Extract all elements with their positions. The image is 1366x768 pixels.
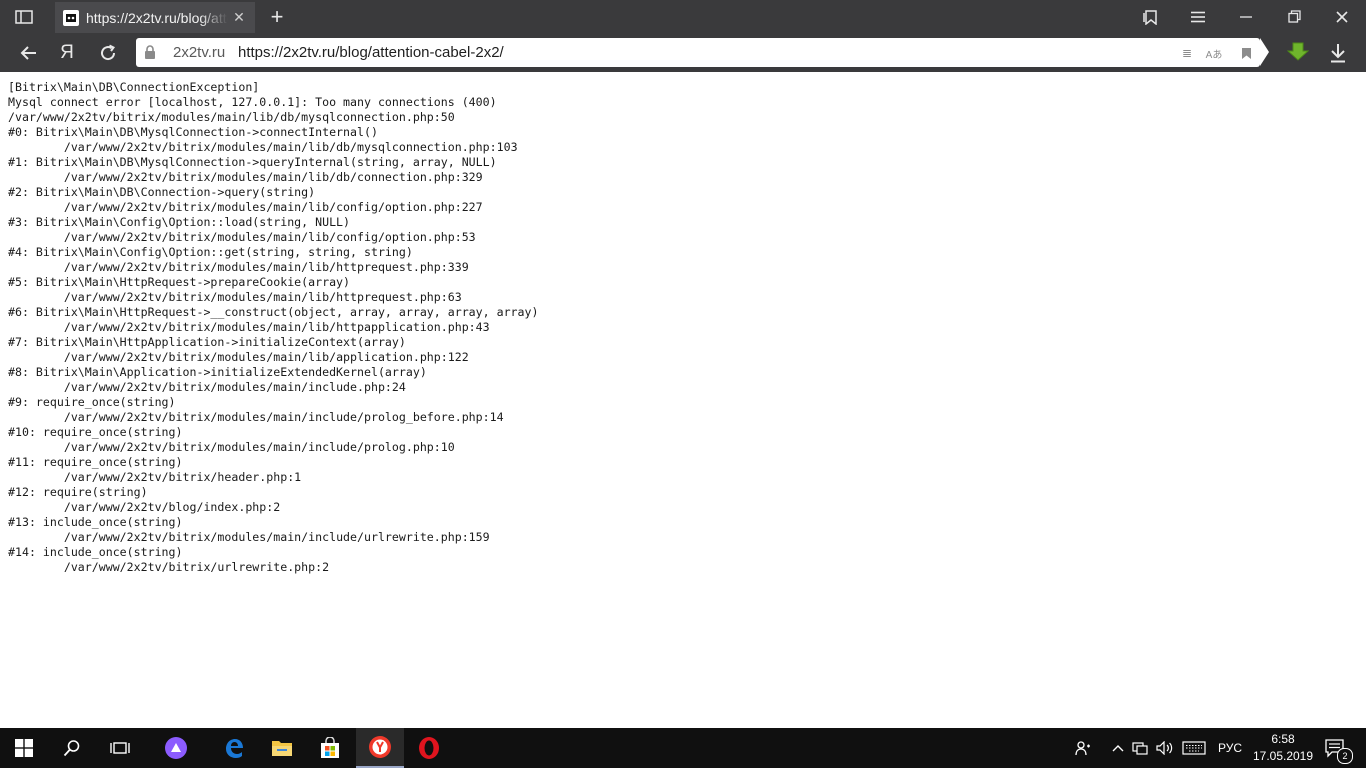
trace-line: #1: Bitrix\Main\DB\MysqlConnection->quer… (8, 155, 497, 169)
trace-line: /var/www/2x2tv/blog/index.php:2 (8, 500, 281, 514)
page-content: [Bitrix\Main\DB\ConnectionException] Mys… (0, 72, 1366, 727)
notifications-icon[interactable]: 2 (1320, 728, 1353, 768)
trace-line: /var/www/2x2tv/bitrix/modules/main/lib/h… (8, 260, 469, 274)
people-icon[interactable] (1070, 728, 1096, 768)
trace-line: #4: Bitrix\Main\Config\Option::get(strin… (8, 245, 413, 259)
reader-mode-icon[interactable]: ≣ (1179, 45, 1195, 61)
bookmarks-collection-icon[interactable] (1138, 0, 1162, 33)
trace-line: /var/www/2x2tv/bitrix/modules/main/lib/c… (8, 200, 483, 214)
trace-line: /var/www/2x2tv/bitrix/modules/main/lib/d… (8, 170, 483, 184)
bookmark-icon[interactable] (1238, 45, 1254, 61)
navigation-bar: Я 2x2tv.ru https://2x2tv.ru/blog/attenti… (0, 33, 1366, 72)
trace-line: /var/www/2x2tv/bitrix/modules/main/lib/c… (8, 230, 476, 244)
clock-time: 6:58 (1271, 732, 1295, 746)
trace-line: /var/www/2x2tv/bitrix/modules/main/lib/d… (8, 110, 455, 124)
browser-title-bar: https://2x2tv.ru/blog/attention-cabel-2x… (0, 0, 1366, 33)
address-url[interactable]: https://2x2tv.ru/blog/attention-cabel-2x… (238, 44, 504, 61)
trace-line: /var/www/2x2tv/bitrix/header.php:1 (8, 470, 302, 484)
address-bar[interactable]: 2x2tv.ru https://2x2tv.ru/blog/attention… (136, 38, 1260, 67)
tab-close-icon[interactable]: ✕ (232, 9, 246, 26)
downloads-icon[interactable] (1321, 33, 1355, 72)
network-icon[interactable] (1130, 728, 1150, 768)
trace-line: /var/www/2x2tv/bitrix/modules/main/lib/h… (8, 320, 490, 334)
translate-icon[interactable]: Aあ (1204, 45, 1224, 61)
trace-line: #5: Bitrix\Main\HttpRequest->prepareCook… (8, 275, 351, 289)
close-window-icon[interactable] (1330, 0, 1354, 33)
show-hidden-icons-chevron-icon[interactable] (1108, 728, 1128, 768)
trace-line: #8: Bitrix\Main\Application->initializeE… (8, 365, 427, 379)
trace-line: /var/www/2x2tv/bitrix/modules/main/lib/d… (8, 140, 518, 154)
site-favicon-icon (63, 9, 79, 26)
windows-start-icon[interactable] (0, 728, 48, 768)
keyboard-icon[interactable] (1180, 728, 1208, 768)
trace-line: #7: Bitrix\Main\HttpApplication->initial… (8, 335, 406, 349)
new-tab-button[interactable]: + (266, 0, 288, 33)
trace-line: #12: require(string) (8, 485, 148, 499)
menu-icon[interactable] (1186, 0, 1210, 33)
trace-line: #3: Bitrix\Main\Config\Option::load(stri… (8, 215, 351, 229)
reload-icon[interactable] (91, 33, 125, 72)
trace-line: #14: include_once(string) (8, 545, 183, 559)
input-language-indicator[interactable]: РУС (1213, 728, 1247, 768)
system-clock[interactable]: 6:58 17.05.2019 (1248, 731, 1318, 765)
trace-line: /var/www/2x2tv/bitrix/modules/main/inclu… (8, 380, 406, 394)
trace-line: #11: require_once(string) (8, 455, 183, 469)
trace-line: #13: include_once(string) (8, 515, 183, 529)
address-bar-arrow (1260, 38, 1269, 66)
trace-line: /var/www/2x2tv/bitrix/modules/main/inclu… (8, 530, 490, 544)
yandex-button[interactable]: Я (50, 33, 84, 72)
back-arrow-icon[interactable] (11, 33, 45, 72)
trace-line: [Bitrix\Main\DB\ConnectionException] (8, 80, 260, 94)
active-tab[interactable]: https://2x2tv.ru/blog/attention-cabel-2x… (55, 2, 255, 33)
edge-browser-icon[interactable] (210, 728, 258, 768)
tab-title: https://2x2tv.ru/blog/attention-cabel-2x… (86, 9, 228, 26)
trace-line: #6: Bitrix\Main\HttpRequest->__construct… (8, 305, 539, 319)
minimize-icon[interactable] (1234, 0, 1258, 33)
lock-icon[interactable] (144, 45, 156, 65)
download-extension-icon[interactable] (1281, 33, 1315, 72)
volume-icon[interactable] (1155, 728, 1175, 768)
address-domain: 2x2tv.ru (173, 44, 226, 61)
search-icon[interactable] (48, 728, 96, 768)
notification-count-badge: 2 (1337, 748, 1353, 764)
clock-date: 17.05.2019 (1252, 749, 1314, 763)
tabs-panel-icon[interactable] (10, 0, 38, 33)
opera-browser-icon[interactable] (405, 728, 453, 768)
trace-line: #0: Bitrix\Main\DB\MysqlConnection->conn… (8, 125, 378, 139)
trace-line: Mysql connect error [localhost, 127.0.0.… (8, 95, 497, 109)
error-stack-trace: [Bitrix\Main\DB\ConnectionException] Mys… (8, 80, 538, 575)
trace-line: /var/www/2x2tv/bitrix/modules/main/inclu… (8, 440, 455, 454)
trace-line: /var/www/2x2tv/bitrix/modules/main/lib/a… (8, 350, 469, 364)
restore-icon[interactable] (1282, 0, 1306, 33)
trace-line: /var/www/2x2tv/bitrix/modules/main/lib/h… (8, 290, 462, 304)
trace-line: /var/www/2x2tv/bitrix/urlrewrite.php:2 (8, 560, 330, 574)
trace-line: #2: Bitrix\Main\DB\Connection->query(str… (8, 185, 316, 199)
windows-taskbar: РУС 6:58 17.05.2019 2 (0, 728, 1366, 768)
yandex-browser-taskbar-icon[interactable] (356, 728, 404, 768)
store-icon[interactable] (306, 728, 354, 768)
trace-line: /var/www/2x2tv/bitrix/modules/main/inclu… (8, 410, 504, 424)
alice-assistant-icon[interactable] (152, 728, 200, 768)
file-explorer-icon[interactable] (258, 728, 306, 768)
trace-line: #9: require_once(string) (8, 395, 176, 409)
task-view-icon[interactable] (96, 728, 144, 768)
trace-line: #10: require_once(string) (8, 425, 183, 439)
